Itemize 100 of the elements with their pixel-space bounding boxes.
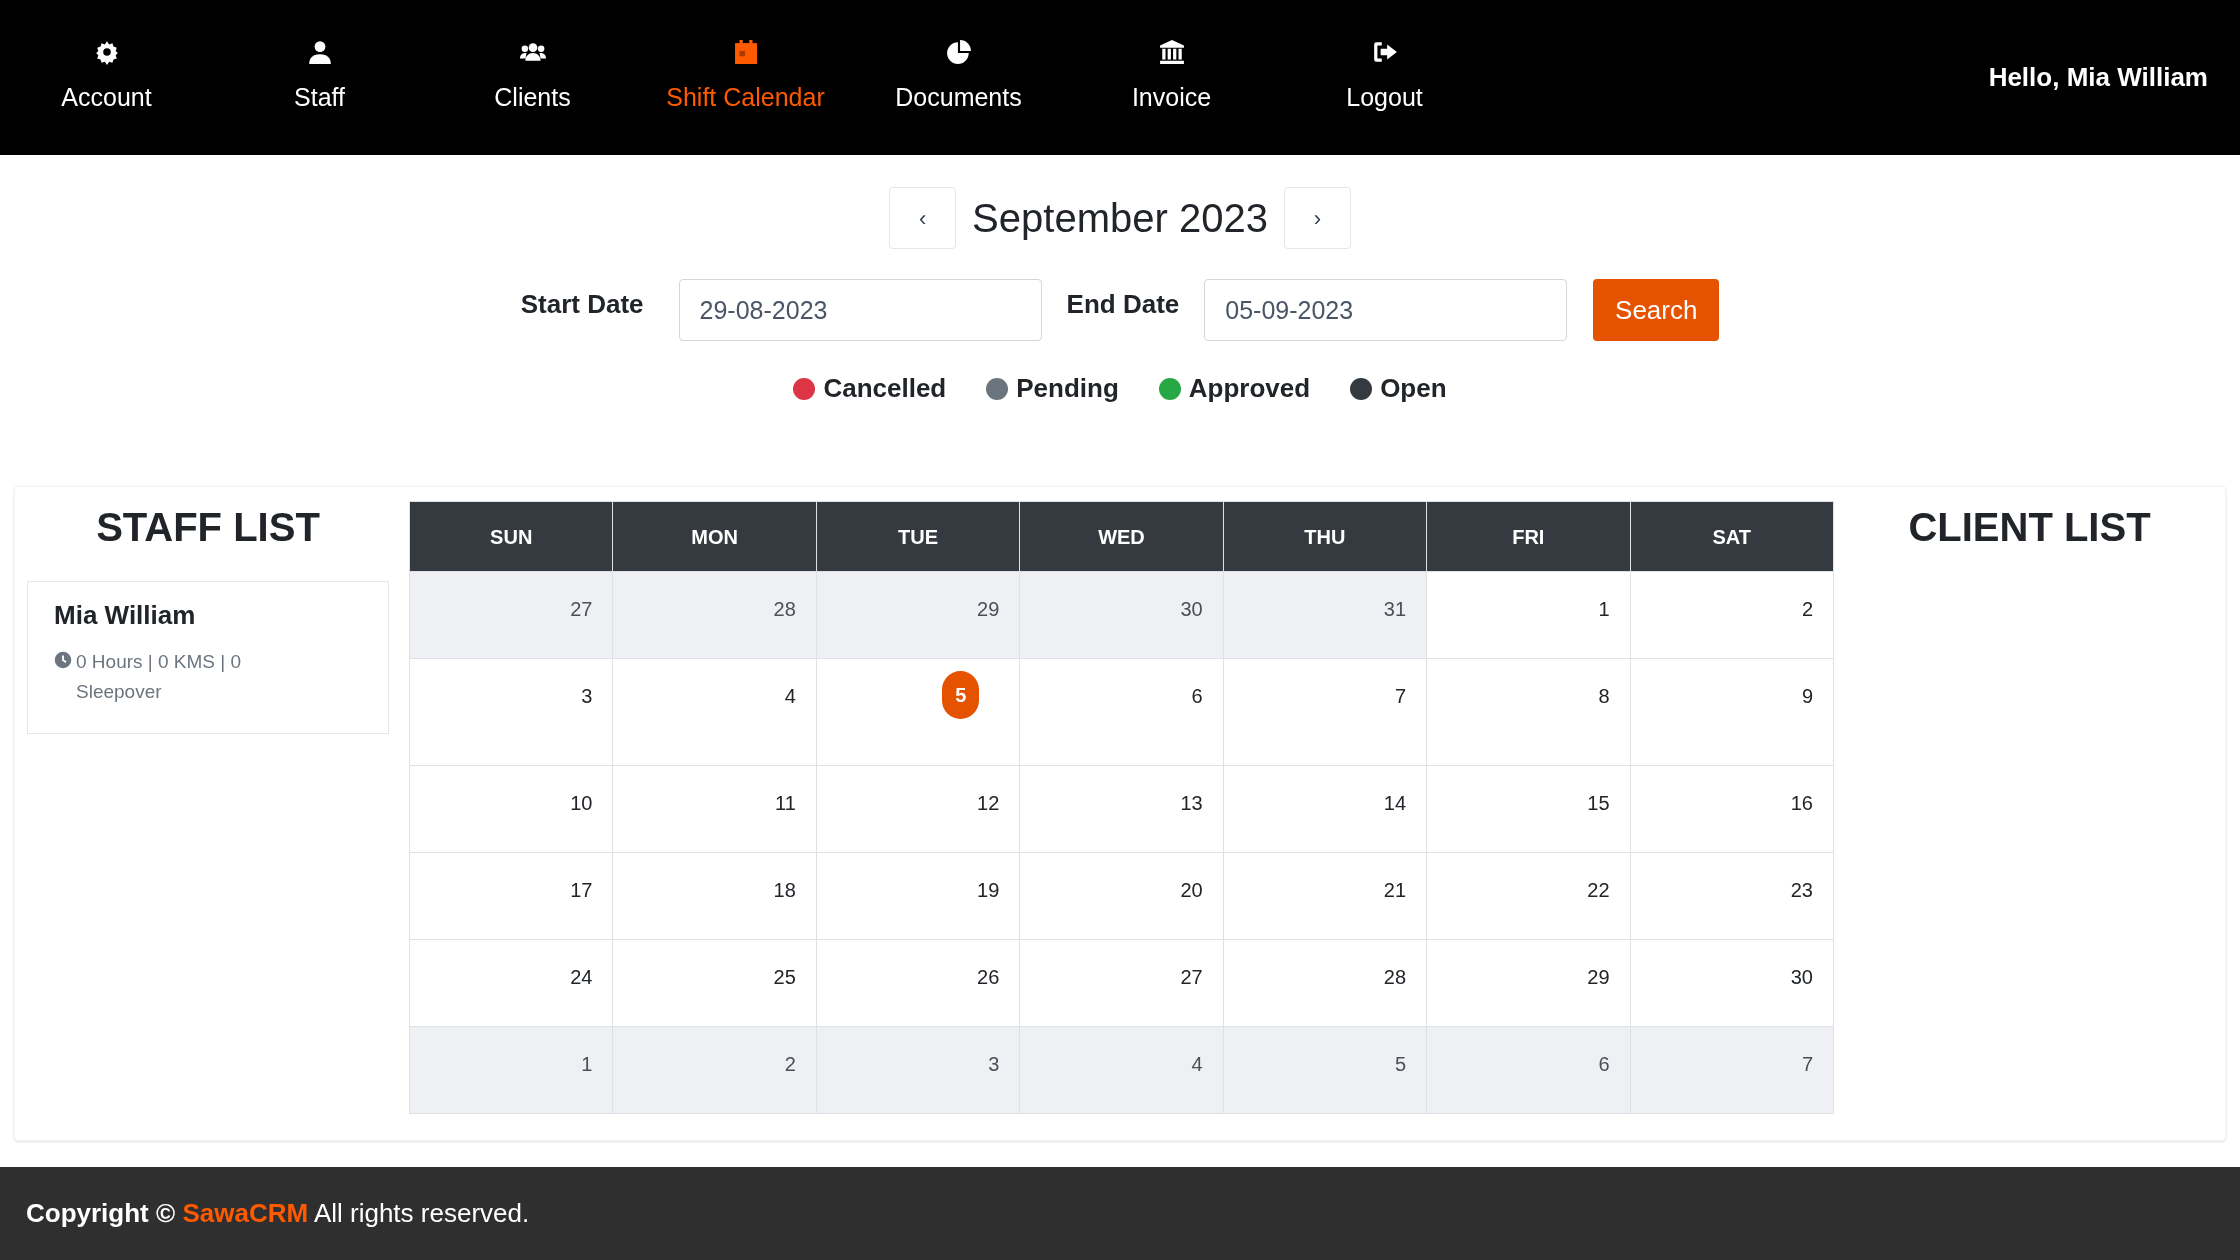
calendar-day-cell[interactable]: 2 <box>612 1026 817 1114</box>
legend-label: Cancelled <box>823 372 947 405</box>
previous-month-button[interactable]: ‹ <box>889 187 957 249</box>
day-number: 23 <box>1790 879 1813 901</box>
calendar-day-cell[interactable]: 1 <box>1426 571 1631 659</box>
day-number: 1 <box>1598 598 1610 620</box>
calendar-day-cell[interactable]: 4 <box>612 658 817 766</box>
day-number: 8 <box>1598 685 1610 707</box>
end-date-field[interactable]: 05-09-2023 <box>1204 279 1568 341</box>
weekday-header: SAT <box>1630 501 1834 572</box>
nav-tab[interactable]: Documents <box>852 38 1065 117</box>
day-number: 3 <box>988 1053 1000 1075</box>
nav-tab[interactable]: Account <box>0 38 213 117</box>
next-month-button[interactable]: › <box>1283 187 1351 249</box>
weekday-header: FRI <box>1426 501 1631 572</box>
day-number: 9 <box>1801 685 1813 707</box>
day-number: 27 <box>1180 966 1203 988</box>
day-number: 27 <box>570 598 593 620</box>
day-number: 14 <box>1383 792 1407 814</box>
staff-name: Mia William <box>54 599 197 632</box>
day-number: 6 <box>1191 685 1203 707</box>
staff-card[interactable]: Mia William 0 Hours | 0 KMS | 0 Sleepover <box>27 581 389 734</box>
calendar-day-cell[interactable]: 12 <box>816 765 1020 853</box>
day-number: 24 <box>570 966 593 988</box>
nav-tab[interactable]: Invoice <box>1065 38 1278 117</box>
legend-label: Open <box>1380 372 1447 405</box>
weekday-header: TUE <box>816 501 1020 572</box>
calendar-day-cell[interactable]: 3 <box>816 1026 1020 1114</box>
calendar-day-cell[interactable]: 8 <box>1426 658 1631 766</box>
calendar-day-cell[interactable]: 30 <box>1630 939 1834 1027</box>
calendar-day-cell[interactable]: 7 <box>1223 658 1427 766</box>
staff-stats: 0 Hours | 0 KMS | 0 Sleepover <box>76 650 243 704</box>
calendar-day-cell[interactable]: 31 <box>1223 571 1427 659</box>
calendar-day-cell[interactable]: 14 <box>1223 765 1427 853</box>
calendar-day-cell[interactable]: 3 <box>409 658 613 766</box>
calendar-day-cell[interactable]: 22 <box>1426 852 1631 940</box>
calendar-day-cell[interactable]: 7 <box>1630 1026 1834 1114</box>
nav-tab[interactable]: Clients <box>426 38 639 117</box>
calendar-day-cell[interactable]: 25 <box>612 939 817 1027</box>
calendar-day-cell[interactable]: 28 <box>612 571 817 659</box>
calendar-day-cell[interactable]: 6 <box>1019 658 1224 766</box>
calendar-day-cell[interactable]: 15 <box>1426 765 1631 853</box>
calendar-day-cell[interactable]: 17 <box>409 852 613 940</box>
day-number: 11 <box>775 792 796 814</box>
day-number: 10 <box>570 792 593 814</box>
calendar-day-cell[interactable]: 11 <box>612 765 817 853</box>
calendar-day-cell[interactable]: 10 <box>409 765 613 853</box>
day-number: 7 <box>1395 685 1407 707</box>
calendar-day-cell[interactable]: 21 <box>1223 852 1427 940</box>
day-number: 26 <box>977 966 1000 988</box>
client-list-title: CLIENT LIST <box>1908 504 2151 551</box>
legend-label: Pending <box>1016 372 1119 405</box>
end-date-label: End Date <box>1066 287 1180 321</box>
calendar-day-cell[interactable]: 1 <box>409 1026 613 1114</box>
day-number: 30 <box>1180 598 1203 620</box>
day-number: 29 <box>977 598 1000 620</box>
calendar-day-cell[interactable]: 26 <box>816 939 1020 1027</box>
day-number: 2 <box>1801 598 1813 620</box>
calendar-day-cell[interactable]: 5 <box>816 658 1020 766</box>
calendar-day-cell[interactable]: 29 <box>1426 939 1631 1027</box>
calendar-day-cell[interactable]: 9 <box>1630 658 1834 766</box>
calendar-day-cell[interactable]: 28 <box>1223 939 1427 1027</box>
calendar-day-cell[interactable]: 29 <box>816 571 1020 659</box>
calendar-day-cell[interactable]: 18 <box>612 852 817 940</box>
calendar-day-cell[interactable]: 30 <box>1019 571 1224 659</box>
day-number: 5 <box>1395 1053 1407 1075</box>
calendar-day-cell[interactable]: 27 <box>1019 939 1224 1027</box>
calendar-day-cell[interactable]: 5 <box>1223 1026 1427 1114</box>
day-number: 1 <box>581 1053 593 1075</box>
day-number: 4 <box>1191 1053 1203 1075</box>
user-icon <box>306 38 333 65</box>
day-number: 31 <box>1383 598 1407 620</box>
calendar-day-cell[interactable]: 4 <box>1019 1026 1224 1114</box>
calendar-icon <box>732 38 759 65</box>
day-number: 17 <box>570 879 593 901</box>
calendar-day-cell[interactable]: 13 <box>1019 765 1224 853</box>
calendar-day-cell[interactable]: 19 <box>816 852 1020 940</box>
day-number: 21 <box>1383 879 1407 901</box>
calendar-day-cell[interactable]: 24 <box>409 939 613 1027</box>
day-number: 16 <box>1790 792 1813 814</box>
nav-tab[interactable]: Logout <box>1278 38 1491 117</box>
calendar-day-cell[interactable]: 16 <box>1630 765 1834 853</box>
pie-chart-icon <box>945 38 972 65</box>
calendar-day-cell[interactable]: 6 <box>1426 1026 1631 1114</box>
nav-tab[interactable]: Staff <box>213 38 426 117</box>
month-title: September 2023 <box>972 195 1268 242</box>
calendar-day-cell[interactable]: 20 <box>1019 852 1224 940</box>
weekday-header: THU <box>1223 501 1427 572</box>
calendar-day-cell[interactable]: 27 <box>409 571 613 659</box>
nav-tab[interactable]: Shift Calendar <box>639 38 852 117</box>
bank-icon <box>1158 38 1185 65</box>
start-date-field[interactable]: 29-08-2023 <box>678 279 1042 341</box>
brand-link[interactable]: SawaCRM <box>182 1198 309 1228</box>
calendar-day-cell[interactable]: 23 <box>1630 852 1834 940</box>
day-number: 6 <box>1598 1053 1610 1075</box>
day-number: 20 <box>1180 879 1203 901</box>
staff-list-title: STAFF LIST <box>96 504 320 551</box>
calendar-day-cell[interactable]: 2 <box>1630 571 1834 659</box>
weekday-header: WED <box>1019 501 1224 572</box>
search-button[interactable]: Search <box>1593 279 1720 341</box>
